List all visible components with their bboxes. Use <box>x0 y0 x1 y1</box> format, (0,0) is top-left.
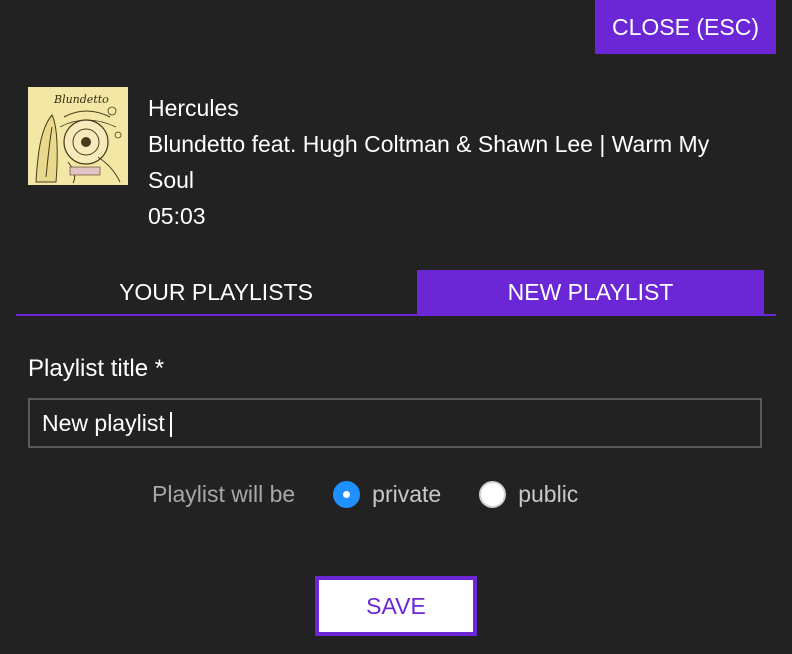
radio-selected-dot <box>343 490 351 498</box>
visibility-label: Playlist will be <box>152 480 296 507</box>
track-duration: 05:03 <box>148 203 206 229</box>
private-option-label[interactable]: private <box>372 481 441 508</box>
tab-new-playlist[interactable]: NEW PLAYLIST <box>417 270 764 314</box>
album-cover-art: Blundetto <box>28 87 128 185</box>
private-radio[interactable] <box>333 480 361 508</box>
visibility-selector: Playlist will be private public <box>152 474 578 514</box>
track-title: Hercules <box>148 95 239 121</box>
playlist-tabs: YOUR PLAYLISTS NEW PLAYLIST <box>16 270 776 316</box>
track-info: Hercules Blundetto feat. Hugh Coltman & … <box>148 90 748 234</box>
close-button[interactable]: CLOSE (ESC) <box>595 0 776 54</box>
save-button[interactable]: SAVE <box>315 576 477 636</box>
public-radio[interactable] <box>479 480 507 508</box>
tab-your-playlists[interactable]: YOUR PLAYLISTS <box>16 270 416 314</box>
svg-text:Blundetto: Blundetto <box>53 93 109 106</box>
album-cover: Blundetto <box>28 87 128 185</box>
playlist-title-label: Playlist title * <box>28 355 165 382</box>
track-artist-album: Blundetto feat. Hugh Coltman & Shawn Lee… <box>148 131 710 193</box>
text-caret <box>170 412 172 437</box>
playlist-title-input[interactable] <box>28 398 762 448</box>
public-option-label[interactable]: public <box>518 481 578 508</box>
